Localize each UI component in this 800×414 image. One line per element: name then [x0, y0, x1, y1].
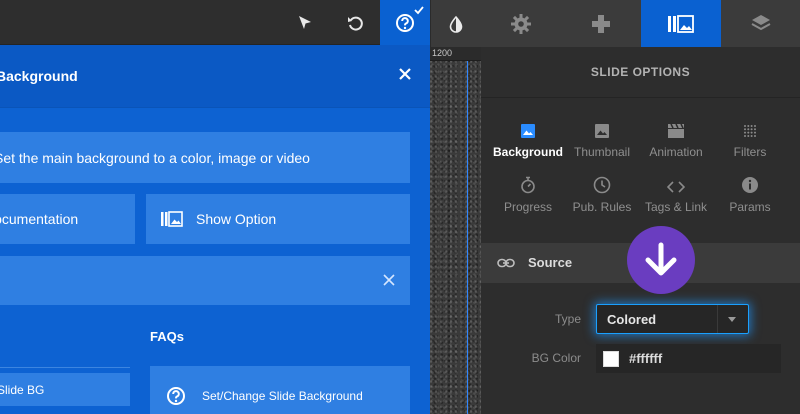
contrast-tab[interactable] [431, 0, 481, 47]
show-option-label: Show Option [196, 211, 277, 227]
check-icon [414, 6, 424, 15]
tab-settings[interactable] [481, 0, 561, 47]
gear-icon [511, 13, 531, 34]
faq-item-label: Set/Change Slide Background [202, 389, 363, 403]
select-separator [717, 305, 718, 333]
top-toolbar [0, 0, 430, 45]
category-animation[interactable]: Animation [636, 117, 716, 167]
close-icon [399, 68, 411, 80]
library-icon [161, 211, 183, 227]
contrast-icon [449, 15, 463, 33]
settings-tab-bar [481, 0, 800, 47]
ruler-label: 1200 [432, 48, 453, 58]
question-circle-icon [167, 387, 185, 405]
film-icon [668, 123, 684, 138]
clear-search-icon[interactable] [382, 273, 396, 287]
options-divider [481, 97, 800, 98]
category-label: Background [492, 145, 563, 159]
help-description-text: Set the main background to a color, imag… [0, 149, 310, 166]
category-label: Pub. Rules [572, 200, 632, 214]
photo-icon [595, 124, 609, 138]
faqs-heading: FAQs [150, 329, 184, 344]
tab-layers[interactable] [721, 0, 800, 47]
category-params[interactable]: Params [710, 172, 790, 222]
help-mode-button[interactable] [380, 0, 430, 45]
clock-icon [593, 176, 611, 194]
topic-item[interactable]: Slide BG [0, 373, 130, 406]
question-circle-icon [396, 13, 414, 32]
arrow-down-badge [627, 226, 695, 294]
undo-button[interactable] [330, 0, 380, 45]
faq-item[interactable]: Set/Change Slide Background [150, 366, 410, 414]
tab-layers-control[interactable] [561, 0, 641, 47]
info-icon [742, 177, 758, 193]
help-search-field[interactable] [0, 256, 410, 305]
cursor-arrow-icon [299, 15, 311, 29]
pointer-tool-button[interactable] [280, 0, 330, 45]
stopwatch-icon [521, 176, 535, 194]
slide-options-title: SLIDE OPTIONS [590, 65, 691, 79]
slide-options-panel: SLIDE OPTIONS Background Thumbnail Anima… [481, 47, 800, 414]
bg-color-picker[interactable]: #ffffff [596, 344, 781, 373]
help-panel-title: Background [0, 68, 78, 84]
category-label: Filters [733, 145, 767, 159]
dots-grid-icon [744, 125, 756, 137]
library-icon [668, 14, 694, 33]
topic-item-label: Slide BG [0, 382, 45, 397]
category-filters[interactable]: Filters [710, 117, 790, 167]
help-panel-header: Background [0, 45, 430, 108]
chevron-down-icon [728, 317, 736, 322]
gamepad-icon [592, 14, 610, 33]
color-swatch[interactable] [603, 351, 619, 367]
documentation-label: Documentation [0, 211, 79, 227]
image-icon [521, 124, 535, 138]
documentation-button[interactable]: Documentation [0, 194, 135, 244]
arrow-down-icon [645, 242, 677, 276]
category-tags-link[interactable]: Tags & Link [636, 172, 716, 222]
top-ruler: 1200 [430, 45, 481, 61]
guide-line [467, 61, 468, 414]
help-panel-close-button[interactable] [394, 63, 416, 85]
category-background[interactable]: Background [488, 117, 568, 167]
category-label: Thumbnail [573, 145, 631, 159]
help-panel: Background Set the main background to a … [0, 45, 430, 414]
category-label: Animation [649, 145, 703, 159]
slide-canvas[interactable]: 1200 [430, 45, 481, 414]
category-label: Progress [503, 200, 553, 214]
help-description: Set the main background to a color, imag… [0, 132, 410, 183]
link-icon [497, 258, 515, 268]
type-select[interactable]: Colored [596, 304, 749, 334]
topics-divider [0, 367, 130, 368]
show-option-button[interactable]: Show Option [146, 194, 410, 244]
category-progress[interactable]: Progress [488, 172, 568, 222]
category-label: Params [729, 200, 771, 214]
source-label: Source [528, 255, 573, 270]
type-label: Type [554, 312, 581, 326]
layers-icon [751, 14, 770, 30]
category-pub-rules[interactable]: Pub. Rules [562, 172, 642, 222]
code-icon [667, 181, 685, 193]
category-label: Tags & Link [644, 200, 708, 214]
bg-color-label: BG Color [531, 351, 581, 365]
bg-color-value: #ffffff [629, 351, 663, 366]
tab-slide-options[interactable] [641, 0, 721, 47]
category-thumbnail[interactable]: Thumbnail [562, 117, 642, 167]
undo-icon [348, 16, 363, 31]
type-value: Colored [607, 312, 657, 327]
